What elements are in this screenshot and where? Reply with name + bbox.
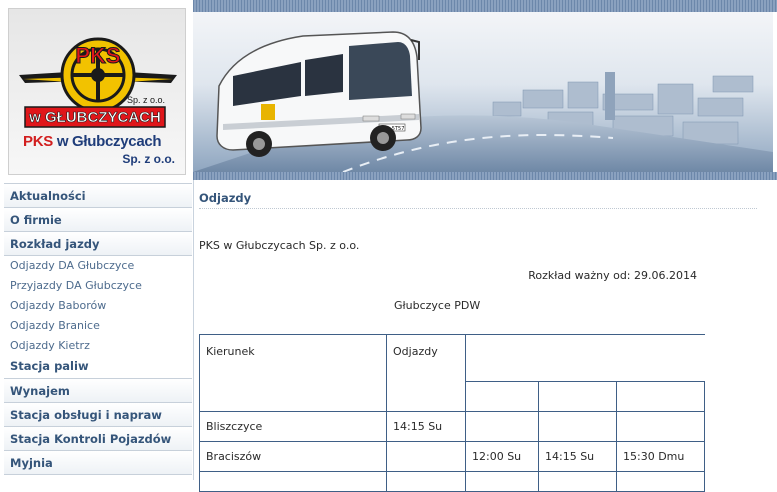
title-divider <box>199 208 757 209</box>
nav-item-o-firmie[interactable]: O firmie <box>4 208 192 232</box>
row-time: 12:00 Su <box>465 441 539 472</box>
table-row: Braciszów 12:00 Su 14:15 Su 15:30 Dmu <box>199 441 705 472</box>
operator-name: PKS w Głubczycach Sp. z o.o. <box>199 239 360 252</box>
nav-item-aktualnosci[interactable]: Aktualności <box>4 183 192 208</box>
bus-banner-image: OGL 5T57 <box>193 12 773 172</box>
emblem-city: w GŁUBCZYCACH <box>28 109 161 126</box>
timetable: Kierunek Odjazdy Bliszczyce 14:15 Su Bra… <box>199 334 705 492</box>
company-logo[interactable]: PKS Sp. z o.o. w GŁUBCZYCACH PKS w Głubc… <box>8 8 186 175</box>
company-name-pks: PKS <box>23 133 53 150</box>
nav-item-stacja-kontroli[interactable]: Stacja Kontroli Pojazdów <box>4 427 192 451</box>
nav-sub-odjazdy-da-glubczyce[interactable]: Odjazdy DA Głubczyce <box>4 256 192 276</box>
header-strip <box>193 0 777 12</box>
timetable-header-spacer <box>465 334 705 382</box>
nav-item-rozklad-jazdy[interactable]: Rozkład jazdy <box>4 232 192 256</box>
nav-sub-odjazdy-baborow[interactable]: Odjazdy Baborów <box>4 296 192 316</box>
timetable-header-departures: Odjazdy <box>386 334 466 412</box>
company-name-rest: w Głubczycach <box>52 133 162 150</box>
row-time <box>386 441 466 472</box>
main-content: Odjazdy PKS w Głubczycach Sp. z o.o. Roz… <box>193 180 777 492</box>
row-time <box>616 411 705 442</box>
timetable-header-direction: Kierunek <box>199 334 387 412</box>
nav-item-stacja-paliw[interactable]: Stacja paliw <box>4 356 192 379</box>
nav-item-stacja-obslugi[interactable]: Stacja obsługi i napraw <box>4 403 192 427</box>
emblem-text: PKS <box>75 43 120 68</box>
validity-date: Rozkład ważny od: 29.06.2014 <box>528 269 697 282</box>
nav-item-wynajem[interactable]: Wynajem <box>4 379 192 403</box>
row-time: 14:15 Su <box>538 441 617 472</box>
banner-bottom-strip <box>193 172 777 180</box>
table-row: Bliszczyce 14:15 Su <box>199 411 705 442</box>
pks-emblem-icon: PKS Sp. z o.o. w GŁUBCZYCACH <box>19 37 177 128</box>
timetable-header-cell <box>465 381 539 412</box>
nav-sub-odjazdy-branice[interactable]: Odjazdy Branice <box>4 316 192 336</box>
station-name: Głubczyce PDW <box>394 299 481 312</box>
row-direction: Bliszczyce <box>199 411 387 442</box>
row-time <box>538 411 617 442</box>
row-time <box>465 411 539 442</box>
table-row <box>199 471 705 492</box>
main-nav: Aktualności O firmie Rozkład jazdy Odjaz… <box>4 183 192 475</box>
sidebar: PKS Sp. z o.o. w GŁUBCZYCACH PKS w Głubc… <box>0 0 194 480</box>
company-suffix: Sp. z o.o. <box>122 152 175 166</box>
nav-sub-odjazdy-kietrz[interactable]: Odjazdy Kietrz <box>4 336 192 356</box>
company-name: PKS w Głubczycach <box>23 133 162 150</box>
row-time: 15:30 Dmu <box>616 441 705 472</box>
section-title: Odjazdy <box>199 191 252 205</box>
timetable-header-cell <box>616 381 705 412</box>
header-banner: OGL 5T57 <box>193 12 773 172</box>
row-time: 14:15 Su <box>386 411 466 442</box>
emblem-subtitle: Sp. z o.o. <box>127 95 165 105</box>
nav-sub-przyjazdy-da-glubczyce[interactable]: Przyjazdy DA Głubczyce <box>4 276 192 296</box>
nav-item-myjnia[interactable]: Myjnia <box>4 451 192 475</box>
row-direction: Braciszów <box>199 441 387 472</box>
timetable-header-cell <box>538 381 617 412</box>
